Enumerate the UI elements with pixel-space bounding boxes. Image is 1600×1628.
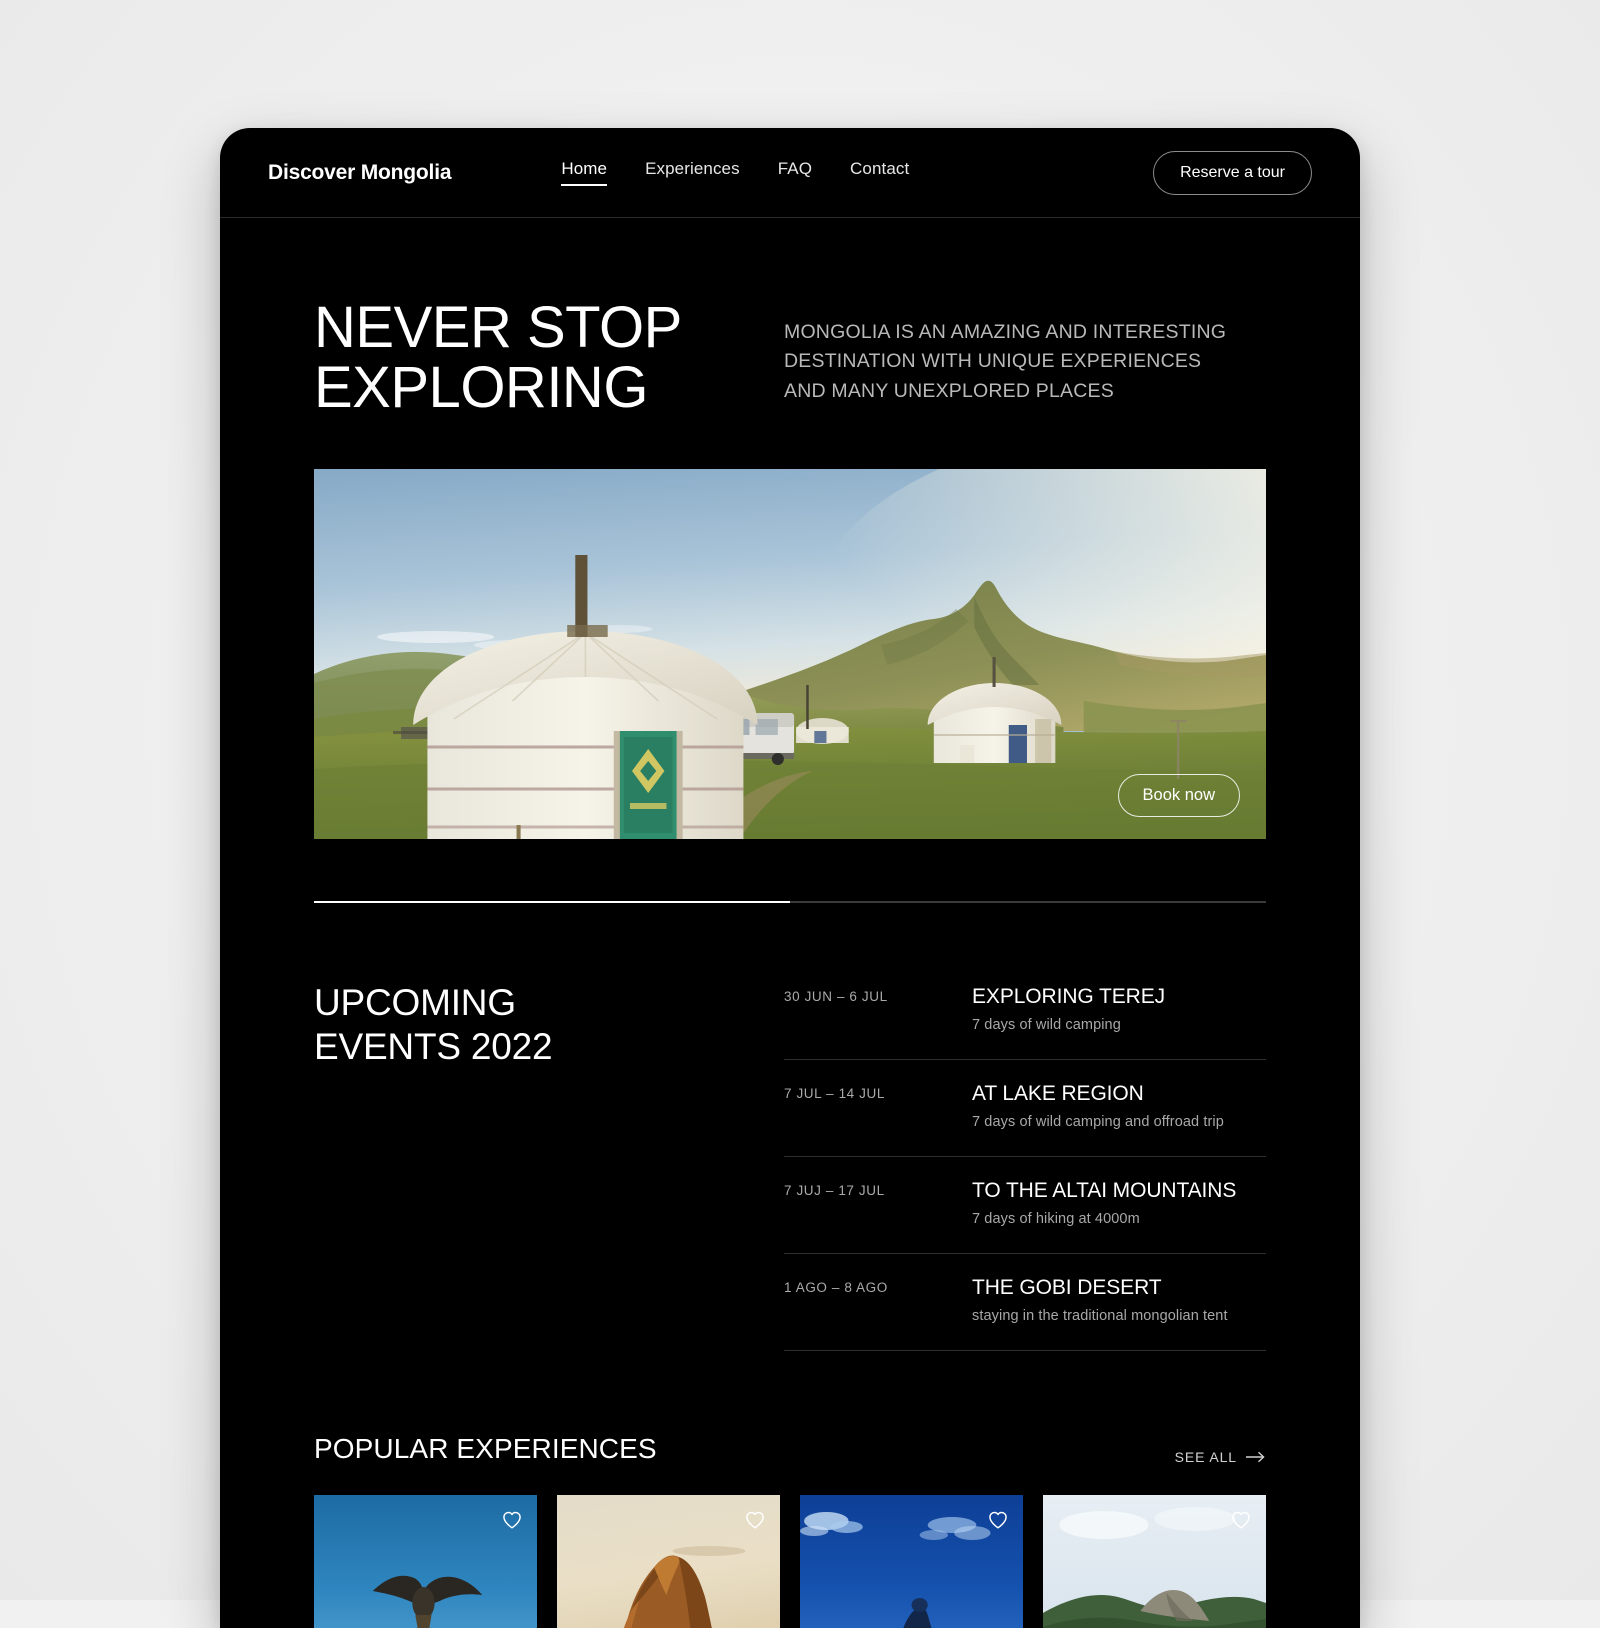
nav-item-experiences[interactable]: Experiences bbox=[645, 159, 740, 186]
arrow-right-icon bbox=[1246, 1451, 1266, 1463]
event-info: THE GOBI DESERT staying in the tradition… bbox=[972, 1276, 1228, 1324]
page-frame: Discover Mongolia Home Experiences FAQ C… bbox=[220, 128, 1360, 1628]
event-row[interactable]: 1 AGO – 8 AGO THE GOBI DESERT staying in… bbox=[784, 1254, 1266, 1352]
experience-card[interactable] bbox=[314, 1495, 537, 1628]
event-name: TO THE ALTAI MOUNTAINS bbox=[972, 1179, 1237, 1203]
see-all-link[interactable]: SEE ALL bbox=[1175, 1449, 1266, 1465]
top-navigation: Discover Mongolia Home Experiences FAQ C… bbox=[220, 128, 1360, 218]
event-date: 7 JUJ – 17 JUL bbox=[784, 1183, 885, 1199]
nav-item-faq[interactable]: FAQ bbox=[778, 159, 812, 186]
events-title: UPCOMING EVENTS 2022 bbox=[314, 982, 553, 1067]
event-date: 7 JUL – 14 JUL bbox=[784, 1086, 885, 1102]
book-now-button[interactable]: Book now bbox=[1117, 774, 1240, 818]
experience-card[interactable] bbox=[800, 1495, 1023, 1628]
event-subtitle: staying in the traditional mongolian ten… bbox=[972, 1308, 1228, 1325]
scroll-progress-fill bbox=[314, 901, 790, 904]
heart-icon[interactable] bbox=[501, 1509, 523, 1531]
event-info: EXPLORING TEREJ 7 days of wild camping bbox=[972, 985, 1165, 1033]
experience-card[interactable] bbox=[1043, 1495, 1266, 1628]
nav-links: Home Experiences FAQ Contact bbox=[561, 159, 909, 186]
event-date: 30 JUN – 6 JUL bbox=[784, 989, 888, 1005]
popular-experiences-title: POPULAR EXPERIENCES bbox=[314, 1433, 657, 1465]
hero-description: MONGOLIA IS AN AMAZING AND INTERESTING D… bbox=[784, 321, 1227, 402]
event-row[interactable]: 30 JUN – 6 JUL EXPLORING TEREJ 7 days of… bbox=[784, 981, 1266, 1061]
popular-experiences-header: POPULAR EXPERIENCES SEE ALL bbox=[314, 1433, 1266, 1465]
experience-card[interactable] bbox=[557, 1495, 780, 1628]
events-list: 30 JUN – 6 JUL EXPLORING TEREJ 7 days of… bbox=[784, 981, 1266, 1352]
event-name: AT LAKE REGION bbox=[972, 1082, 1144, 1106]
heart-icon[interactable] bbox=[987, 1509, 1009, 1531]
event-subtitle: 7 days of wild camping bbox=[972, 1017, 1121, 1034]
brand-logo[interactable]: Discover Mongolia bbox=[268, 161, 452, 185]
event-subtitle: 7 days of wild camping and offroad trip bbox=[972, 1114, 1224, 1131]
hero-title: NEVER STOP EXPLORING bbox=[314, 295, 682, 420]
event-date: 1 AGO – 8 AGO bbox=[784, 1280, 888, 1296]
see-all-label: SEE ALL bbox=[1174, 1449, 1237, 1466]
event-subtitle: 7 days of hiking at 4000m bbox=[972, 1211, 1140, 1228]
scroll-progress-bar[interactable] bbox=[314, 901, 1266, 904]
hero-section: NEVER STOP EXPLORING MONGOLIA IS AN AMAZ… bbox=[220, 218, 1360, 420]
heart-icon[interactable] bbox=[1230, 1509, 1252, 1531]
nav-item-home[interactable]: Home bbox=[561, 159, 608, 186]
hero-photo: Book now bbox=[314, 469, 1266, 840]
event-info: AT LAKE REGION 7 days of wild camping an… bbox=[972, 1082, 1224, 1130]
event-row[interactable]: 7 JUJ – 17 JUL TO THE ALTAI MOUNTAINS 7 … bbox=[784, 1157, 1266, 1255]
event-info: TO THE ALTAI MOUNTAINS 7 days of hiking … bbox=[972, 1179, 1236, 1227]
reserve-tour-button[interactable]: Reserve a tour bbox=[1153, 150, 1312, 195]
event-name: THE GOBI DESERT bbox=[972, 1276, 1162, 1300]
experience-cards bbox=[314, 1495, 1266, 1628]
event-name: EXPLORING TEREJ bbox=[972, 985, 1165, 1009]
nav-item-contact[interactable]: Contact bbox=[850, 159, 909, 186]
heart-icon[interactable] bbox=[744, 1509, 766, 1531]
event-row[interactable]: 7 JUL – 14 JUL AT LAKE REGION 7 days of … bbox=[784, 1060, 1266, 1158]
upcoming-events-section: UPCOMING EVENTS 2022 30 JUN – 6 JUL EXPL… bbox=[314, 981, 1266, 1352]
